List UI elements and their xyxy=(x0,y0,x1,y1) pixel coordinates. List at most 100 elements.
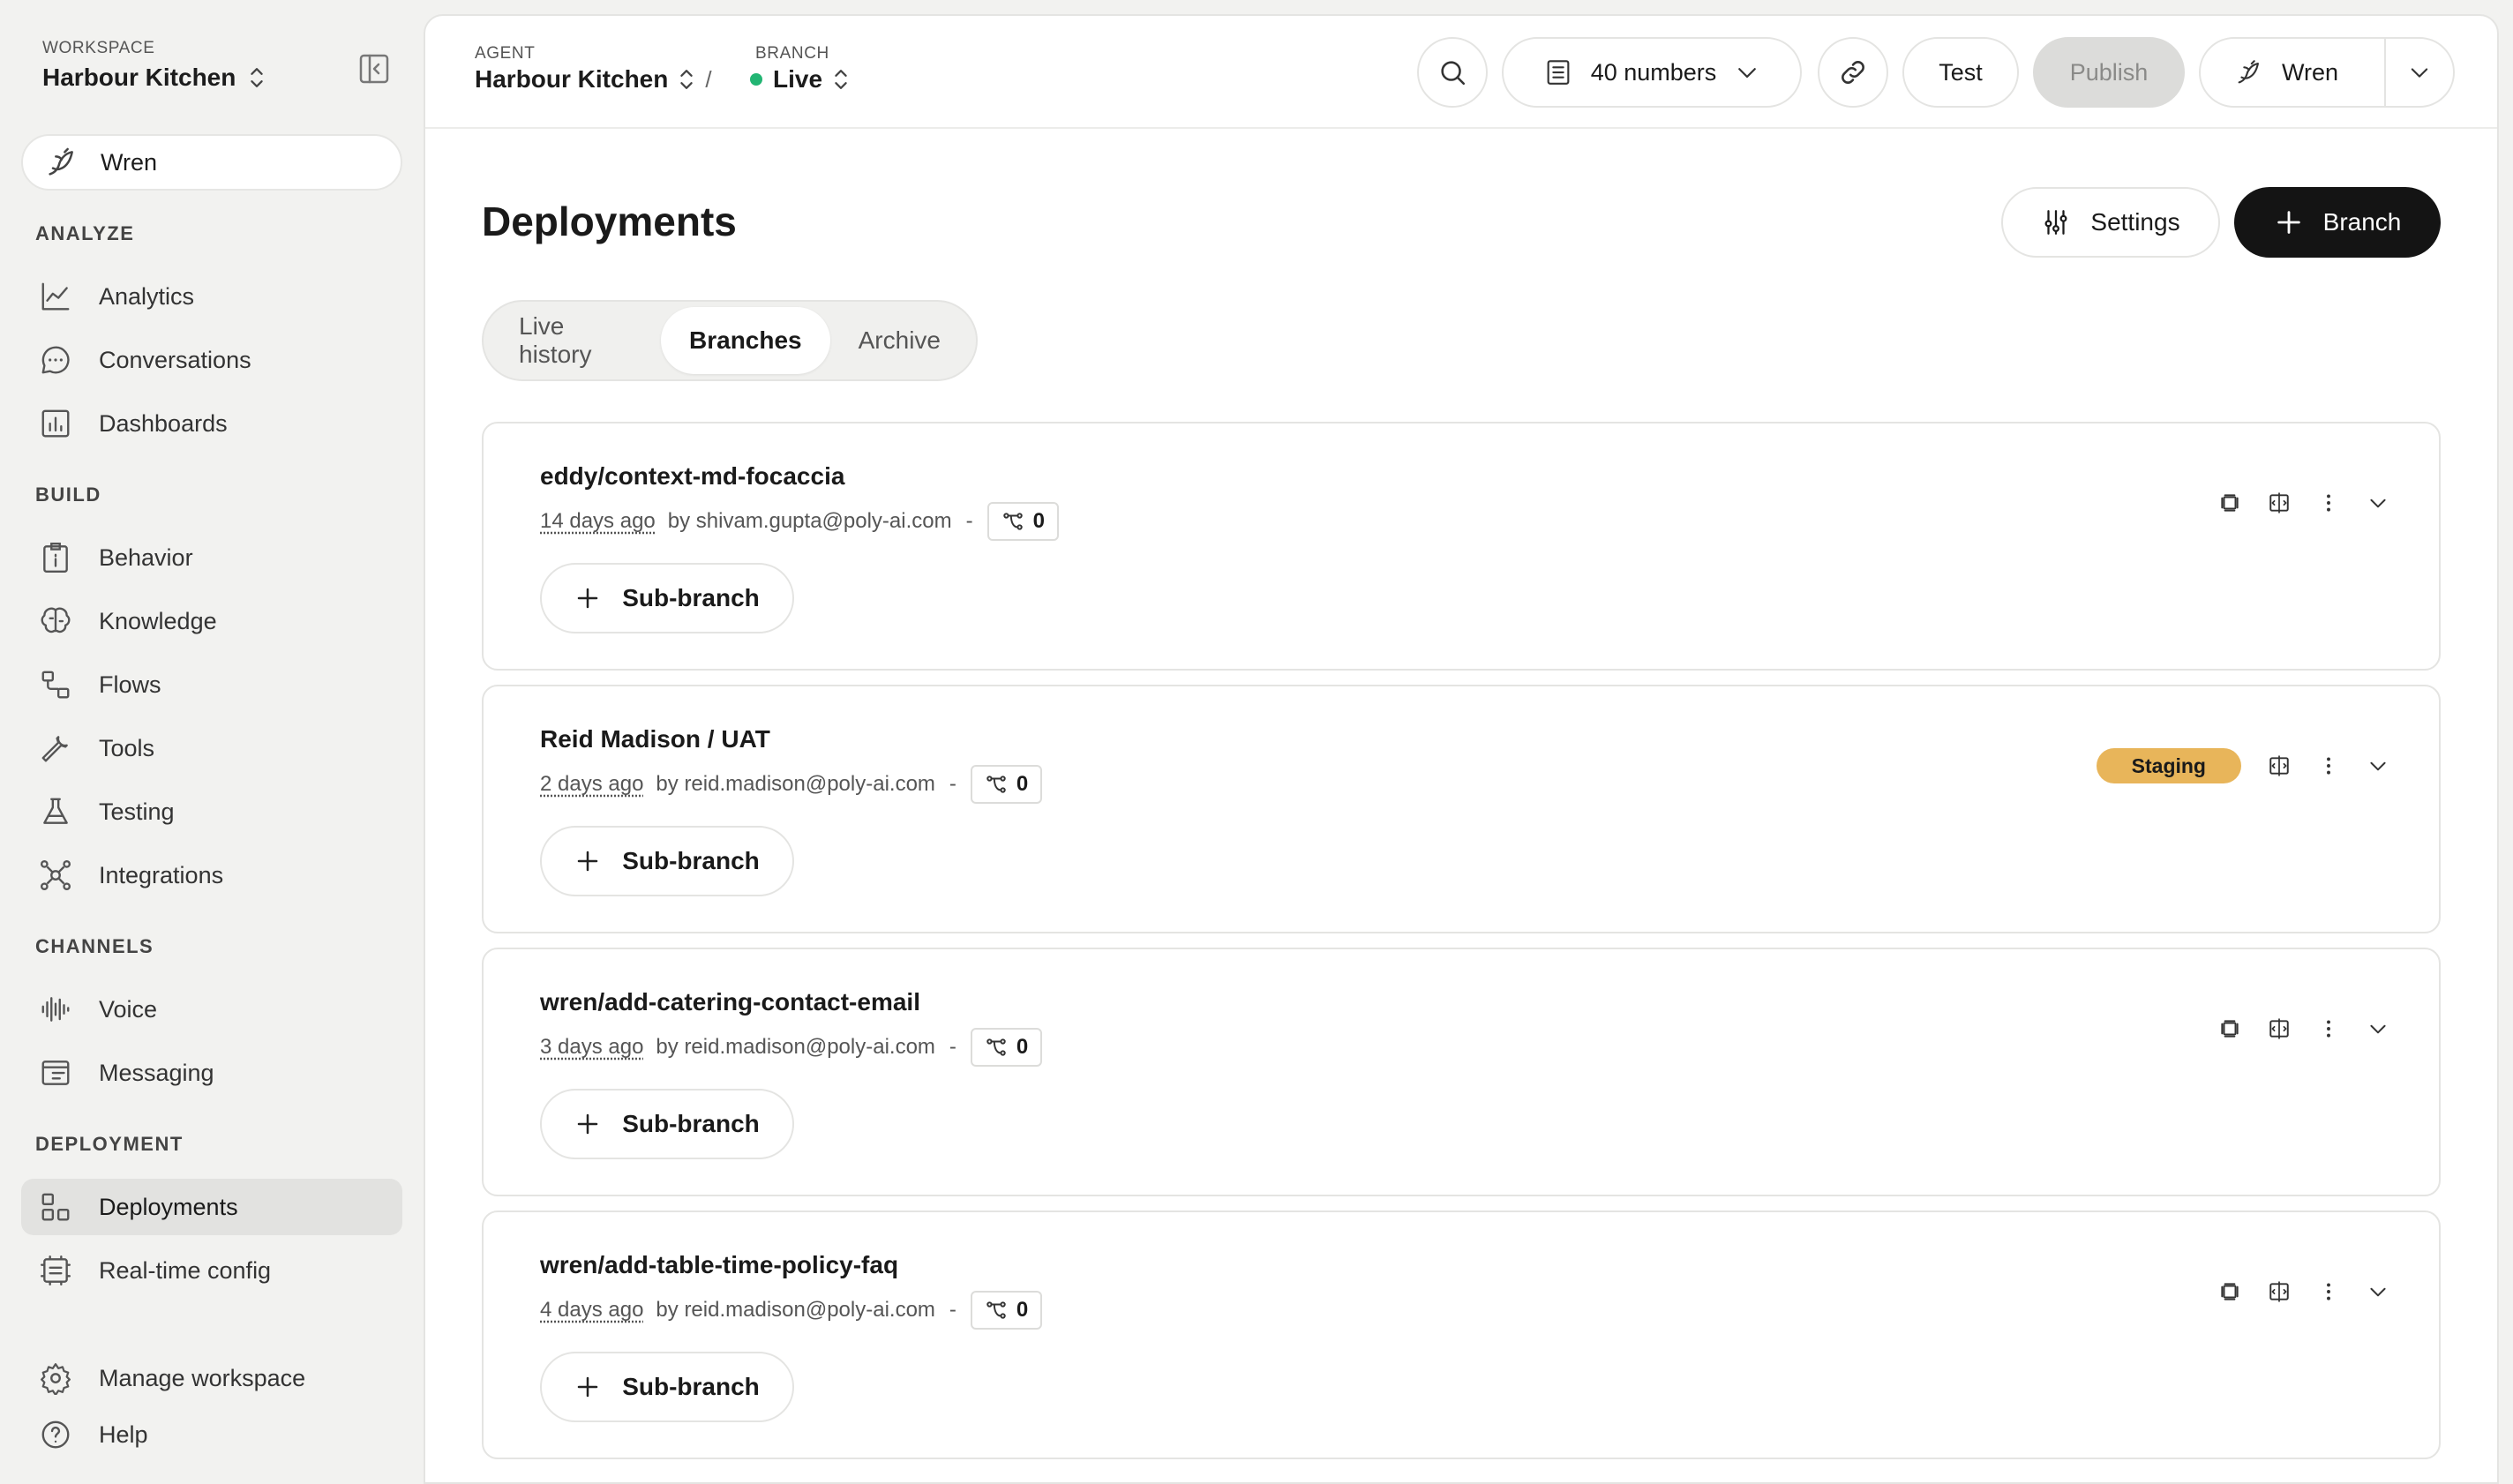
sliders-icon xyxy=(2041,207,2071,237)
meta-separator: - xyxy=(949,1298,956,1322)
agent-pill-label: Wren xyxy=(101,148,158,176)
preview-button[interactable] xyxy=(2218,1017,2241,1040)
sidebar-item-conversations[interactable]: Conversations xyxy=(21,332,402,388)
sidebar-item-label: Analytics xyxy=(99,282,195,310)
plus-icon xyxy=(574,1374,601,1400)
grid-blocks-icon xyxy=(39,1190,72,1224)
sidebar-item-messaging[interactable]: Messaging xyxy=(21,1045,402,1101)
sidebar-item-realtime-config[interactable]: Real-time config xyxy=(21,1242,402,1299)
compare-icon xyxy=(2268,491,2291,514)
agent-pill-wren[interactable]: Wren xyxy=(21,134,402,191)
section-channels: CHANNELS xyxy=(35,935,154,957)
clipboard-info-icon xyxy=(39,541,72,574)
branch-icon xyxy=(985,773,1008,796)
user-name: Wren xyxy=(2282,58,2339,86)
settings-button[interactable]: Settings xyxy=(2001,187,2220,258)
compare-icon xyxy=(2268,754,2291,777)
sidebar-item-knowledge[interactable]: Knowledge xyxy=(21,593,402,649)
bird-icon xyxy=(44,145,79,180)
chip-icon xyxy=(39,1254,72,1287)
workspace-switcher[interactable]: Harbour Kitchen xyxy=(42,64,266,92)
expand-button[interactable] xyxy=(2367,1017,2389,1040)
search-button[interactable] xyxy=(1417,37,1488,108)
sidebar-item-flows[interactable]: Flows xyxy=(21,656,402,713)
test-button[interactable]: Test xyxy=(1902,37,2019,108)
sidebar-item-behavior[interactable]: Behavior xyxy=(21,529,402,586)
sidebar-item-label: Help xyxy=(99,1420,148,1448)
branch-name: Live xyxy=(773,65,823,93)
sub-branch-count: 0 xyxy=(970,1028,1043,1067)
branch-title[interactable]: Reid Madison / UAT xyxy=(540,725,770,753)
sidebar-item-voice[interactable]: Voice xyxy=(21,981,402,1038)
branch-icon xyxy=(1001,510,1024,533)
sub-branch-button[interactable]: Sub-branch xyxy=(540,1352,794,1422)
section-build: BUILD xyxy=(35,483,101,506)
plus-icon xyxy=(574,585,601,611)
sidebar-item-manage-workspace[interactable]: Manage workspace xyxy=(21,1350,402,1406)
sidebar-item-integrations[interactable]: Integrations xyxy=(21,847,402,903)
compare-button[interactable] xyxy=(2268,491,2291,514)
chevron-updown-icon xyxy=(833,67,849,92)
sidebar-item-analytics[interactable]: Analytics xyxy=(21,268,402,325)
frame-icon xyxy=(2218,1280,2241,1303)
sub-branch-button[interactable]: Sub-branch xyxy=(540,1089,794,1159)
copy-link-button[interactable] xyxy=(1818,37,1888,108)
branch-label: BRANCH xyxy=(755,44,829,63)
sidebar-item-help[interactable]: Help xyxy=(21,1406,402,1463)
branch-meta: 14 days ago by shivam.gupta@poly-ai.com … xyxy=(540,501,1059,542)
agent-switcher[interactable]: Harbour Kitchen / xyxy=(475,65,712,94)
tab-archive[interactable]: Archive xyxy=(830,307,969,374)
sub-branch-count-value: 0 xyxy=(1016,772,1029,796)
branch-author: by reid.madison@poly-ai.com xyxy=(656,1298,935,1322)
sidebar-item-deployments[interactable]: Deployments xyxy=(21,1179,402,1235)
branch-title[interactable]: wren/add-table-time-policy-faq xyxy=(540,1251,898,1279)
numbers-dropdown[interactable]: 40 numbers xyxy=(1502,37,1802,108)
branch-meta: 2 days ago by reid.madison@poly-ai.com -… xyxy=(540,764,1043,805)
sub-branch-label: Sub-branch xyxy=(622,847,760,874)
waveform-icon xyxy=(39,993,72,1026)
branch-card: Reid Madison / UAT 2 days ago by reid.ma… xyxy=(482,685,2441,933)
more-options-button[interactable] xyxy=(2317,754,2340,777)
publish-button[interactable]: Publish xyxy=(2033,37,2185,108)
branch-author: by reid.madison@poly-ai.com xyxy=(656,1035,935,1059)
preview-button[interactable] xyxy=(2218,491,2241,514)
sidebar-item-label: Integrations xyxy=(99,861,224,888)
user-menu[interactable]: Wren xyxy=(2199,37,2455,108)
deployment-tabs: Live history Branches Archive xyxy=(482,300,978,381)
branch-title[interactable]: wren/add-catering-contact-email xyxy=(540,988,920,1016)
branch-title[interactable]: eddy/context-md-focaccia xyxy=(540,462,844,491)
preview-button[interactable] xyxy=(2218,1280,2241,1303)
message-window-icon xyxy=(39,1056,72,1090)
more-options-button[interactable] xyxy=(2317,1017,2340,1040)
sub-branch-label: Sub-branch xyxy=(622,584,760,611)
sidebar-item-tools[interactable]: Tools xyxy=(21,720,402,776)
sidebar-item-label: Deployments xyxy=(99,1193,238,1220)
user-menu-toggle[interactable] xyxy=(2384,39,2453,106)
more-vertical-icon xyxy=(2317,1280,2340,1303)
section-analyze: ANALYZE xyxy=(35,222,135,244)
branch-switcher[interactable]: Live xyxy=(750,65,849,94)
collapse-sidebar-button[interactable] xyxy=(356,51,392,86)
sub-branch-button[interactable]: Sub-branch xyxy=(540,826,794,896)
link-icon xyxy=(1838,57,1868,87)
compare-icon xyxy=(2268,1280,2291,1303)
compare-button[interactable] xyxy=(2268,754,2291,777)
tab-live-history[interactable]: Live history xyxy=(491,307,661,374)
sidebar-item-label: Messaging xyxy=(99,1059,214,1086)
sidebar-item-testing[interactable]: Testing xyxy=(21,783,402,840)
tab-branches[interactable]: Branches xyxy=(661,307,830,374)
expand-button[interactable] xyxy=(2367,491,2389,514)
more-options-button[interactable] xyxy=(2317,1280,2340,1303)
branch-meta: 4 days ago by reid.madison@poly-ai.com -… xyxy=(540,1290,1043,1330)
sub-branch-button[interactable]: Sub-branch xyxy=(540,563,794,633)
compare-button[interactable] xyxy=(2268,1280,2291,1303)
flask-icon xyxy=(39,795,72,828)
expand-button[interactable] xyxy=(2367,1280,2389,1303)
sidebar-item-dashboards[interactable]: Dashboards xyxy=(21,395,402,452)
expand-button[interactable] xyxy=(2367,754,2389,777)
more-options-button[interactable] xyxy=(2317,491,2340,514)
new-branch-button[interactable]: Branch xyxy=(2234,187,2441,258)
sidebar-item-label: Testing xyxy=(99,798,175,825)
compare-button[interactable] xyxy=(2268,1017,2291,1040)
bird-icon xyxy=(2234,57,2264,87)
